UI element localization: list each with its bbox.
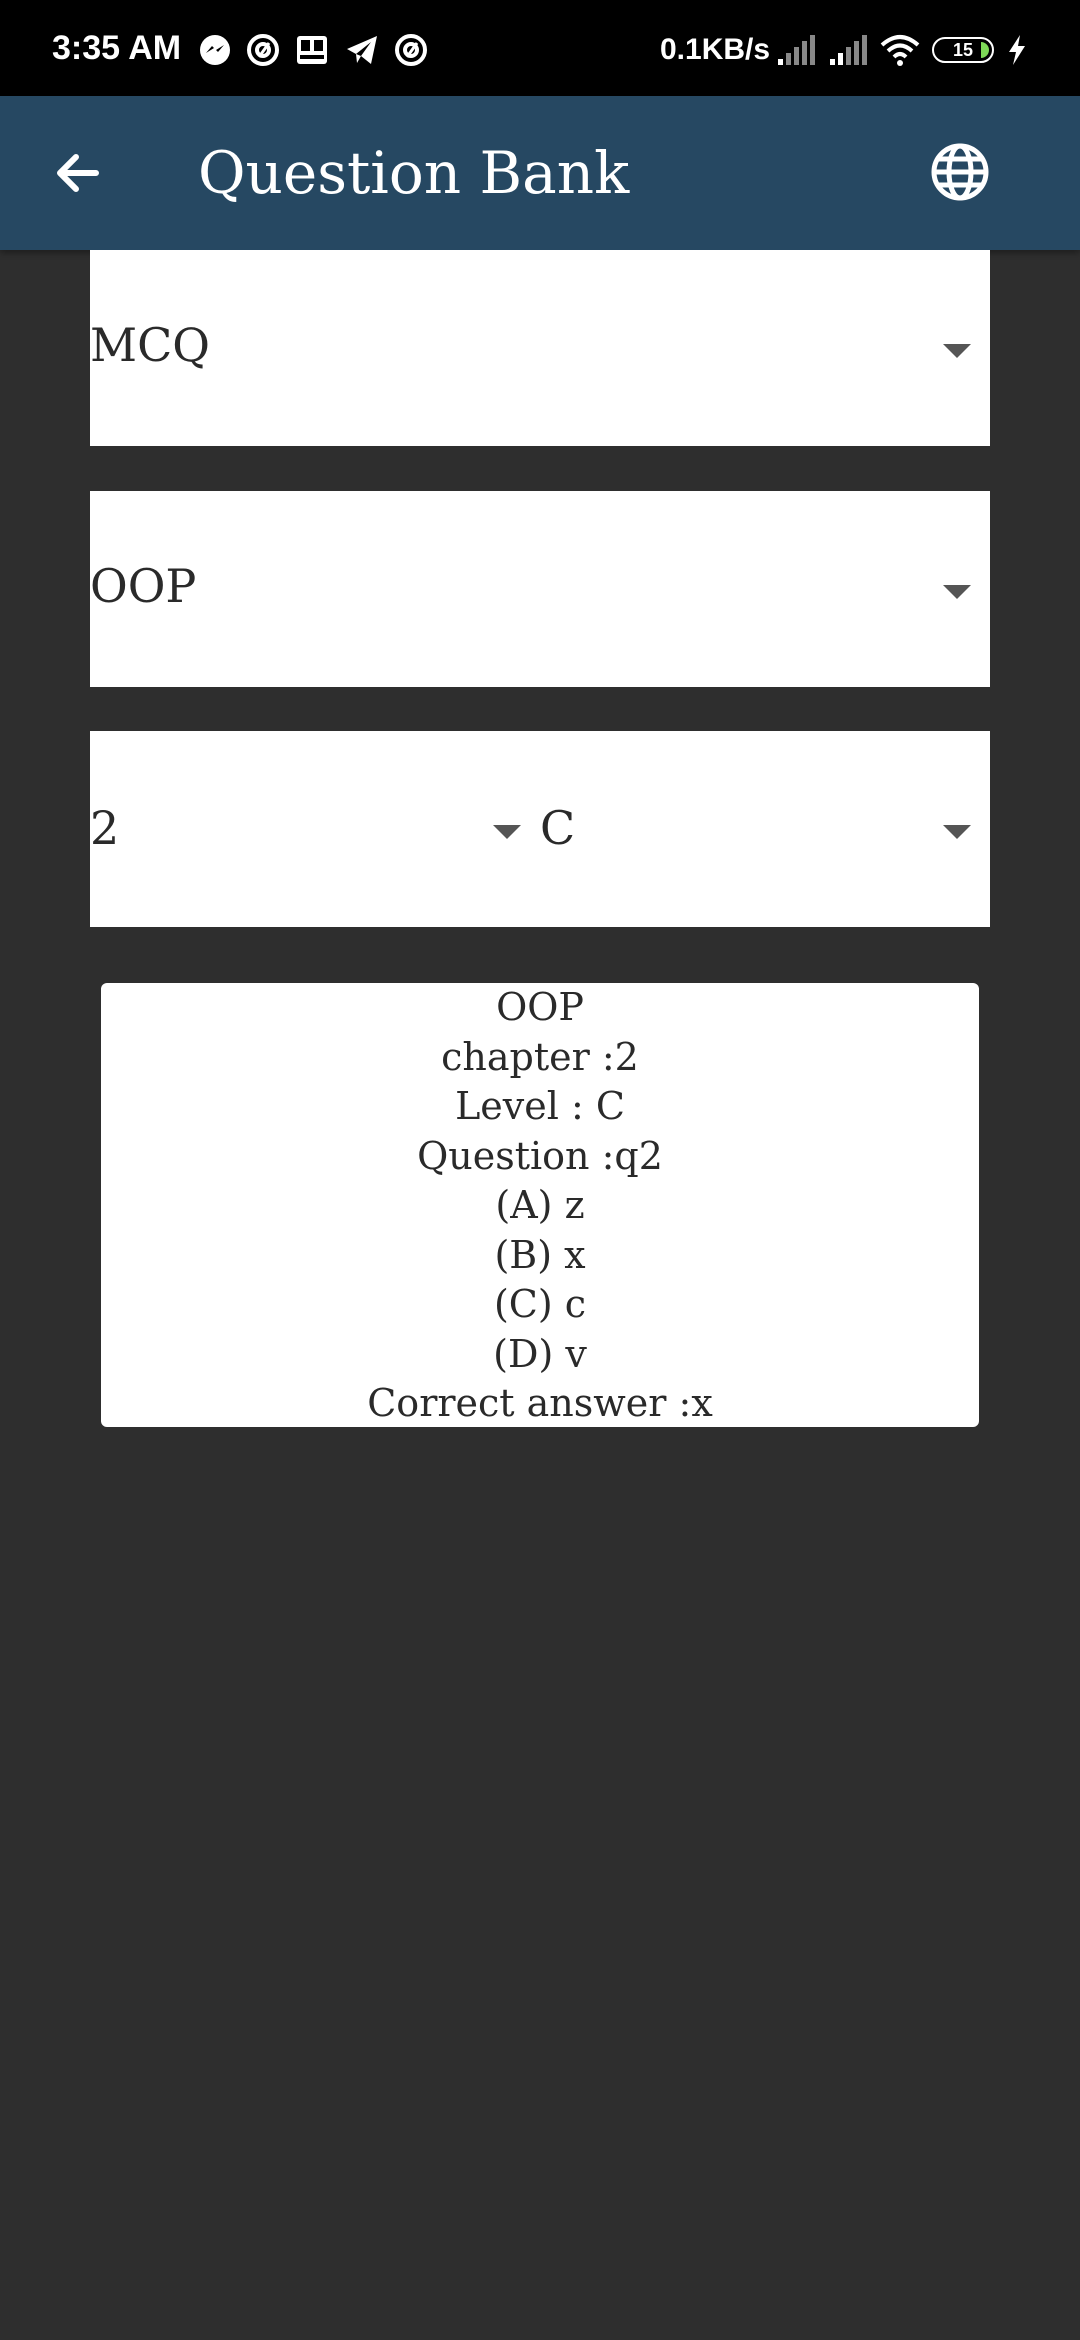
battery-level: 15 — [952, 39, 974, 60]
network-speed: 0.1KB/s — [660, 33, 771, 66]
chapter-value: 2 — [90, 801, 120, 855]
question-type-value: MCQ — [90, 318, 211, 372]
chevron-down-icon — [943, 825, 971, 839]
level-value: C — [540, 801, 576, 855]
status-time: 3:35 AM — [52, 29, 182, 67]
option-a: (A) z — [495, 1183, 585, 1227]
card-chapter: chapter :2 — [441, 1034, 639, 1079]
chevron-down-icon — [943, 585, 971, 599]
chevron-down-icon — [493, 825, 521, 839]
arrow-left-icon — [57, 154, 99, 192]
chevron-down-icon — [943, 344, 971, 358]
telegram-icon — [347, 36, 377, 64]
signal-icon — [830, 35, 867, 65]
card-question: Question :q2 — [417, 1133, 663, 1178]
app-bar: Question Bank — [0, 96, 1080, 250]
option-d: (D) v — [493, 1331, 587, 1376]
battery-icon: 15 — [932, 37, 994, 63]
back-button[interactable] — [44, 140, 110, 206]
correct-answer: Correct answer :x — [367, 1381, 713, 1425]
messenger-icon — [200, 35, 230, 65]
signal-icon — [778, 35, 815, 65]
globe-icon — [931, 143, 989, 201]
charging-icon — [1009, 35, 1025, 65]
system-icons: 15 — [776, 30, 1028, 70]
language-button[interactable] — [928, 140, 992, 204]
card-level: Level : C — [455, 1084, 625, 1128]
notification-icons — [198, 30, 428, 70]
page-title: Question Bank — [198, 139, 630, 207]
chapter-dropdown[interactable]: 2 — [90, 731, 540, 927]
wifi-icon — [880, 35, 920, 66]
at-icon — [247, 34, 279, 66]
level-dropdown[interactable]: C — [540, 731, 990, 927]
subject-dropdown[interactable]: OOP — [90, 491, 990, 687]
game-icon — [297, 36, 327, 64]
question-type-dropdown[interactable]: MCQ — [90, 250, 990, 446]
option-c: (C) c — [493, 1282, 587, 1326]
option-b: (B) x — [494, 1232, 586, 1277]
status-bar: 3:35 AM 0.1KB/s 15 — [0, 0, 1080, 96]
subject-value: OOP — [90, 559, 197, 613]
card-subject: OOP — [496, 985, 584, 1029]
question-card[interactable]: OOP chapter :2 Level : C Question :q2 (A… — [101, 983, 979, 1427]
at-icon — [395, 34, 427, 66]
chapter-level-row: 2 C — [90, 731, 990, 927]
